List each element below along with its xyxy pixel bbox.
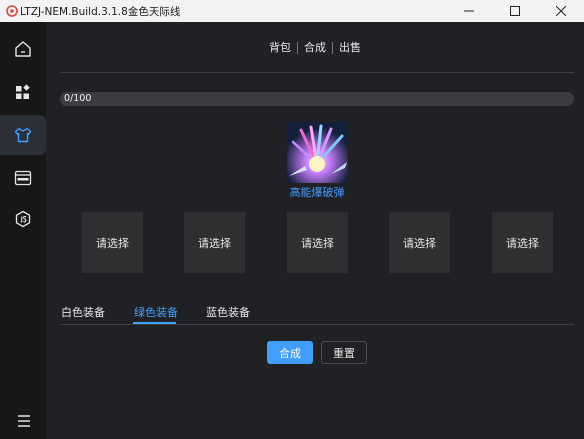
sidebar-item-armor[interactable]: [0, 115, 46, 155]
maximize-icon: [510, 6, 520, 16]
home-icon: [15, 41, 31, 57]
armor-icon: [14, 127, 32, 143]
material-slot[interactable]: 请选择: [492, 212, 553, 273]
close-icon: [556, 6, 566, 16]
apps-icon: [16, 84, 30, 99]
reset-button[interactable]: 重置: [321, 341, 367, 364]
missile-barrage-image: [287, 122, 348, 183]
window-title: LTZJ-NEM.Build.3.1.8金色天际线: [20, 6, 181, 18]
sidebar-item-js[interactable]: [0, 199, 46, 239]
http-icon: [14, 170, 32, 186]
item-name: 高能爆破弹: [289, 186, 345, 199]
js-icon: [15, 210, 31, 228]
progress-text: 0/100: [64, 93, 92, 104]
material-slot[interactable]: 请选择: [82, 212, 143, 273]
sidebar-item-http[interactable]: [0, 158, 46, 198]
app-logo-icon: [6, 5, 18, 17]
tab-green-equipment[interactable]: 绿色装备: [134, 304, 178, 320]
synthesis-progress-bar: 0/100: [60, 92, 574, 106]
tab-synthesize[interactable]: 合成: [298, 41, 332, 55]
synthesize-button[interactable]: 合成: [267, 341, 313, 364]
main-panel: 背包 合成 出售 0/100 高能爆破弹 请选择 请选择 请选择 请选择 请选择…: [46, 22, 584, 439]
tab-sell[interactable]: 出售: [333, 41, 367, 55]
sidebar-item-apps[interactable]: [0, 72, 46, 112]
top-divider: [60, 72, 574, 73]
top-tabs: 背包 合成 出售: [46, 40, 584, 56]
sidebar-menu-button[interactable]: [0, 406, 46, 436]
close-button[interactable]: [538, 0, 584, 22]
item-image[interactable]: [287, 122, 348, 183]
minimize-icon: [464, 10, 474, 12]
maximize-button[interactable]: [492, 0, 538, 22]
material-slot[interactable]: 请选择: [184, 212, 245, 273]
sidebar-item-home[interactable]: [0, 29, 46, 69]
tab-backpack[interactable]: 背包: [263, 41, 297, 55]
menu-icon: [15, 414, 30, 428]
equip-tabs-divider: [60, 324, 574, 325]
tab-white-equipment[interactable]: 白色装备: [61, 304, 105, 320]
tab-blue-equipment[interactable]: 蓝色装备: [206, 304, 250, 320]
title-bar: LTZJ-NEM.Build.3.1.8金色天际线: [0, 0, 584, 22]
sidebar: [0, 22, 46, 439]
material-slot[interactable]: 请选择: [389, 212, 450, 273]
material-slot[interactable]: 请选择: [287, 212, 348, 273]
minimize-button[interactable]: [446, 0, 492, 22]
